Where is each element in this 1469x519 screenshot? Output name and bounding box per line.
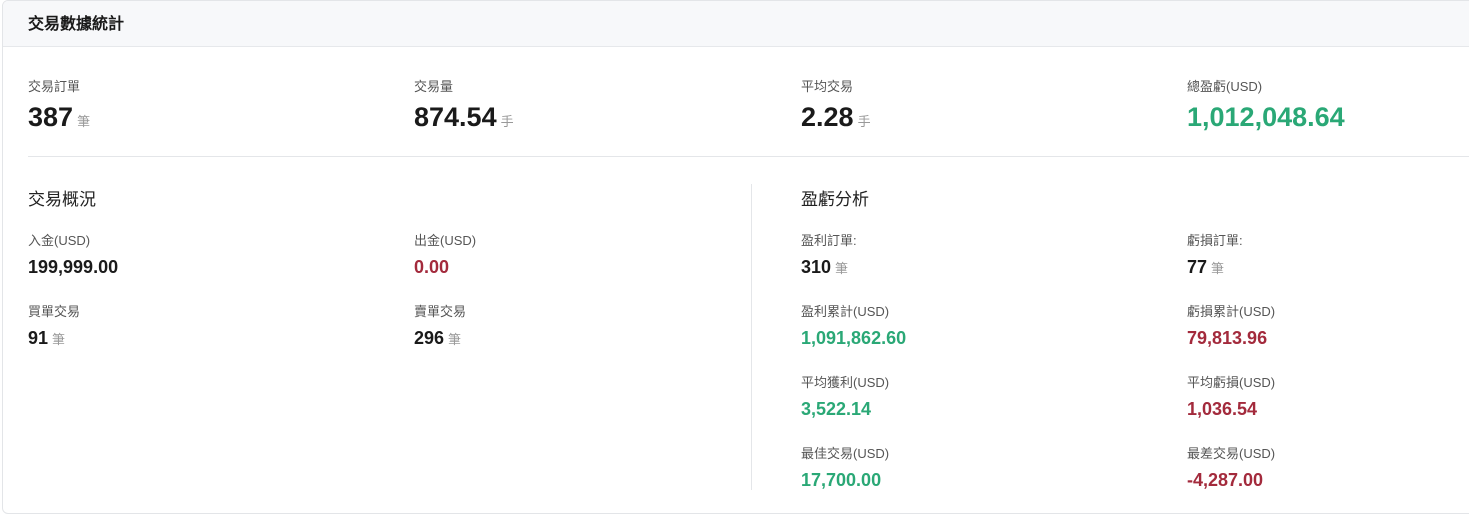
sell-trades: 賣單交易 296 筆 bbox=[414, 301, 466, 351]
deposit-label: 入金(USD) bbox=[28, 233, 91, 248]
unit: 筆 bbox=[77, 114, 91, 129]
stat-total-pnl-value: 1,012,048.64 bbox=[1187, 102, 1345, 132]
divider bbox=[28, 156, 1469, 157]
profit-total-value: 1,091,862.60 bbox=[801, 328, 907, 348]
withdraw-value: 0.00 bbox=[414, 257, 450, 277]
buy-trades-value: 91 筆 bbox=[28, 328, 66, 348]
avg-loss: 平均虧損(USD) 1,036.54 bbox=[1187, 372, 1275, 420]
stat-volume: 交易量 874.54 手 bbox=[414, 76, 514, 137]
stat-orders-value: 387 筆 bbox=[28, 102, 91, 132]
stat-average: 平均交易 2.28 手 bbox=[801, 76, 871, 137]
loss-total-value: 79,813.96 bbox=[1187, 328, 1268, 348]
unit: 筆 bbox=[52, 332, 66, 347]
sell-trades-value: 296 筆 bbox=[414, 328, 462, 348]
stat-total-pnl-label: 總盈虧(USD) bbox=[1187, 79, 1263, 94]
sell-trades-label: 賣單交易 bbox=[414, 304, 467, 319]
best-trade-label: 最佳交易(USD) bbox=[801, 446, 890, 461]
avg-profit: 平均獲利(USD) 3,522.14 bbox=[801, 372, 889, 420]
profit-orders-value: 310 筆 bbox=[801, 257, 849, 277]
stat-volume-value: 874.54 手 bbox=[414, 102, 514, 132]
best-trade-value: 17,700.00 bbox=[801, 470, 882, 490]
unit: 筆 bbox=[835, 261, 849, 276]
worst-trade-label: 最差交易(USD) bbox=[1187, 446, 1276, 461]
loss-orders: 虧損訂單: 77 筆 bbox=[1187, 230, 1243, 280]
withdraw-label: 出金(USD) bbox=[414, 233, 477, 248]
unit: 筆 bbox=[1211, 261, 1225, 276]
loss-total-label: 虧損累計(USD) bbox=[1187, 304, 1276, 319]
avg-profit-label: 平均獲利(USD) bbox=[801, 375, 890, 390]
loss-orders-label: 虧損訂單: bbox=[1187, 233, 1243, 248]
unit: 手 bbox=[857, 114, 871, 129]
stat-volume-label: 交易量 bbox=[414, 79, 454, 94]
trade-stats-card: 交易數據統計 交易訂單 387 筆 交易量 874.54 手 平均交易 2.28 手 … bbox=[2, 0, 1469, 514]
best-trade: 最佳交易(USD) 17,700.00 bbox=[801, 443, 889, 491]
deposit: 入金(USD) 199,999.00 bbox=[28, 230, 118, 278]
worst-trade: 最差交易(USD) -4,287.00 bbox=[1187, 443, 1275, 491]
stat-average-label: 平均交易 bbox=[801, 79, 854, 94]
profit-orders-label: 盈利訂單: bbox=[801, 233, 857, 248]
withdraw: 出金(USD) 0.00 bbox=[414, 230, 476, 278]
profit-orders: 盈利訂單: 310 筆 bbox=[801, 230, 857, 280]
profit-total: 盈利累計(USD) 1,091,862.60 bbox=[801, 301, 906, 349]
avg-loss-label: 平均虧損(USD) bbox=[1187, 375, 1276, 390]
deposit-value: 199,999.00 bbox=[28, 257, 119, 277]
overview-title: 交易概況 bbox=[28, 190, 96, 209]
vertical-divider bbox=[751, 184, 752, 490]
unit: 筆 bbox=[448, 332, 462, 347]
stat-total-pnl: 總盈虧(USD) 1,012,048.64 bbox=[1187, 76, 1345, 132]
card-title: 交易數據統計 bbox=[28, 16, 125, 33]
buy-trades: 買單交易 91 筆 bbox=[28, 301, 80, 351]
stat-average-value: 2.28 手 bbox=[801, 102, 871, 132]
buy-trades-label: 買單交易 bbox=[28, 304, 81, 319]
loss-orders-value: 77 筆 bbox=[1187, 257, 1225, 277]
stat-orders: 交易訂單 387 筆 bbox=[28, 76, 90, 137]
avg-loss-value: 1,036.54 bbox=[1187, 399, 1258, 419]
loss-total: 虧損累計(USD) 79,813.96 bbox=[1187, 301, 1275, 349]
pnl-title: 盈虧分析 bbox=[801, 190, 869, 209]
profit-total-label: 盈利累計(USD) bbox=[801, 304, 890, 319]
stat-orders-label: 交易訂單 bbox=[28, 79, 81, 94]
card-header: 交易數據統計 bbox=[3, 1, 1469, 47]
worst-trade-value: -4,287.00 bbox=[1187, 470, 1264, 490]
avg-profit-value: 3,522.14 bbox=[801, 399, 872, 419]
unit: 手 bbox=[500, 114, 514, 129]
